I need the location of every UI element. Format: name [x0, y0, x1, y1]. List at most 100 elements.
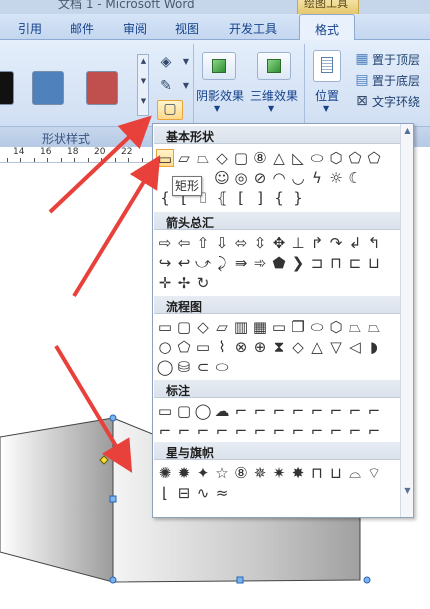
up-ribbon-shape[interactable]: ⊓	[308, 464, 326, 482]
no-border-callout-4-shape[interactable]: ⌐	[365, 422, 383, 440]
flowchart-document-shape[interactable]: ▭	[270, 318, 288, 336]
down-arrow-shape[interactable]: ⇩	[213, 234, 231, 252]
right-brace-shape[interactable]: }	[289, 189, 307, 207]
tab-developer[interactable]: 开发工具	[229, 20, 277, 37]
dialog-launcher-icon[interactable]: ↘	[138, 130, 146, 140]
accent-callout-1-shape[interactable]: ⌐	[156, 422, 174, 440]
quad-arrow-callout-shape[interactable]: ✛	[156, 274, 174, 292]
accent-border-callout-3-shape[interactable]: ⌐	[270, 422, 288, 440]
heptagon-shape[interactable]: ⬠	[365, 149, 383, 167]
triangle-shape[interactable]: △	[270, 149, 288, 167]
bent-up-arrow-shape[interactable]: ↰	[365, 234, 383, 252]
pentagon-shape[interactable]: ⬠	[346, 149, 364, 167]
double-wave-shape[interactable]: ≈	[213, 484, 231, 502]
left-up-arrow-shape[interactable]: ↲	[346, 234, 364, 252]
no-symbol-shape[interactable]: ⊘	[251, 169, 269, 187]
wave-shape[interactable]: ∿	[194, 484, 212, 502]
line-callout-border-3-shape[interactable]: ⌐	[346, 402, 364, 420]
accent-border-callout-4-shape[interactable]: ⌐	[289, 422, 307, 440]
selection-handle[interactable]	[109, 414, 117, 422]
diamond-shape[interactable]: ◇	[213, 149, 231, 167]
lightning-shape[interactable]: ϟ	[308, 169, 326, 187]
scroll-up-icon[interactable]: ▲	[401, 124, 413, 138]
sun-shape[interactable]: ☼	[327, 169, 345, 187]
notched-right-arrow-shape[interactable]: ➾	[251, 254, 269, 272]
flowchart-manual-input-shape[interactable]: ⏢	[346, 318, 364, 336]
left-right-arrow-shape[interactable]: ⬄	[232, 234, 250, 252]
line-callout-2-shape[interactable]: ⌐	[251, 402, 269, 420]
flowchart-predefined-process-shape[interactable]: ▥	[232, 318, 250, 336]
bent-arrow-shape[interactable]: ↱	[308, 234, 326, 252]
scroll-down-icon[interactable]: ▼	[401, 484, 413, 498]
curved-up-ribbon-shape[interactable]: ⌓	[346, 464, 364, 482]
gallery-more-icon[interactable]: ▼	[139, 97, 148, 105]
down-arrow-callout-shape[interactable]: ⊓	[327, 254, 345, 272]
right-arrow-callout-shape[interactable]: ⊐	[308, 254, 326, 272]
left-arrow-callout-shape[interactable]: ⊏	[346, 254, 364, 272]
selection-handle[interactable]	[109, 495, 117, 503]
flowchart-decision-shape[interactable]: ◇	[194, 318, 212, 336]
block-arc-shape[interactable]: ◡	[289, 169, 307, 187]
rectangle-shape[interactable]: ▭	[156, 149, 174, 168]
shape-style-swatch-blue[interactable]	[32, 71, 64, 105]
arc-shape[interactable]: ◠	[270, 169, 288, 187]
scroll-up-icon[interactable]: ▲	[139, 57, 148, 65]
flowchart-extract-shape[interactable]: △	[308, 338, 326, 356]
left-right-up-arrow-shape[interactable]: ⊥	[289, 234, 307, 252]
right-bracket-shape[interactable]: ]	[251, 189, 269, 207]
no-border-callout-2-shape[interactable]: ⌐	[327, 422, 345, 440]
tab-format[interactable]: 格式	[299, 14, 355, 41]
left-brace-shape[interactable]: {	[270, 189, 288, 207]
shape-style-swatch-red[interactable]	[86, 71, 118, 105]
flowchart-merge-shape[interactable]: ▽	[327, 338, 345, 356]
three-d-effects-button[interactable]	[257, 52, 291, 80]
flowchart-display-shape[interactable]: ⬭	[213, 358, 231, 376]
vertical-scroll-shape[interactable]: ⌊	[156, 484, 174, 502]
flowchart-delay-shape[interactable]: ◗	[365, 338, 383, 356]
three-d-dropdown-icon[interactable]: ▼	[268, 104, 274, 113]
flowchart-internal-storage-shape[interactable]: ▦	[251, 318, 269, 336]
tab-mailings[interactable]: 邮件	[70, 20, 94, 37]
position-button[interactable]	[313, 50, 341, 82]
curved-right-arrow-shape[interactable]: ↪	[156, 254, 174, 272]
right-triangle-shape[interactable]: ◺	[289, 149, 307, 167]
right-arrow-shape[interactable]: ⇨	[156, 234, 174, 252]
flowchart-stored-data-shape[interactable]: ◁	[346, 338, 364, 356]
accent-border-callout-2-shape[interactable]: ⌐	[251, 422, 269, 440]
text-wrap-icon[interactable]: ⊠	[352, 93, 372, 109]
down-ribbon-shape[interactable]: ⊔	[327, 464, 345, 482]
quad-arrow-shape[interactable]: ✥	[270, 234, 288, 252]
fill-bucket-icon[interactable]: ◈	[156, 54, 176, 70]
tab-references[interactable]: 引用	[18, 20, 42, 37]
up-arrow-callout-shape[interactable]: ⊔	[365, 254, 383, 272]
line-callout-1-shape[interactable]: ⌐	[232, 402, 250, 420]
flowchart-data-shape[interactable]: ▱	[213, 318, 231, 336]
explosion-2-shape[interactable]: ✹	[175, 464, 193, 482]
selection-handle[interactable]	[109, 576, 117, 584]
pentagon-arrow-shape[interactable]: ⬟	[270, 254, 288, 272]
flowchart-card-shape[interactable]: ▭	[194, 338, 212, 356]
octagon-shape[interactable]: ⑧	[251, 149, 269, 167]
parallelogram-shape[interactable]: ▱	[175, 149, 193, 167]
text-wrap-label[interactable]: 文字环绕	[372, 93, 420, 110]
line-callout-border-1-shape[interactable]: ⌐	[308, 402, 326, 420]
explosion-1-shape[interactable]: ✺	[156, 464, 174, 482]
up-arrow-shape[interactable]: ⇧	[194, 234, 212, 252]
send-to-back-icon[interactable]: ▤	[352, 72, 372, 88]
position-dropdown-icon[interactable]: ▼	[323, 104, 329, 113]
flowchart-magnetic-disk-shape[interactable]: ⛁	[175, 358, 193, 376]
ellipse-shape[interactable]: ⬭	[308, 149, 326, 167]
hexagon-shape[interactable]: ⬡	[327, 149, 345, 167]
up-down-arrow-shape[interactable]: ⇳	[251, 234, 269, 252]
flowchart-or-shape[interactable]: ⊕	[251, 338, 269, 356]
chevron-shape[interactable]: ❯	[289, 254, 307, 272]
star-24-point-shape[interactable]: ✷	[270, 464, 288, 482]
star-5-point-shape[interactable]: ☆	[213, 464, 231, 482]
accent-callout-4-shape[interactable]: ⌐	[213, 422, 231, 440]
flowchart-offpage-connector-shape[interactable]: ⬠	[175, 338, 193, 356]
accent-callout-2-shape[interactable]: ⌐	[175, 422, 193, 440]
flowchart-summing-junction-shape[interactable]: ⊗	[232, 338, 250, 356]
flowchart-alternate-process-shape[interactable]: ▢	[175, 318, 193, 336]
style-gallery-scrollbar[interactable]: ▲ ▼ ▼	[137, 54, 149, 116]
flowchart-sequential-access-shape[interactable]: ◯	[156, 358, 174, 376]
